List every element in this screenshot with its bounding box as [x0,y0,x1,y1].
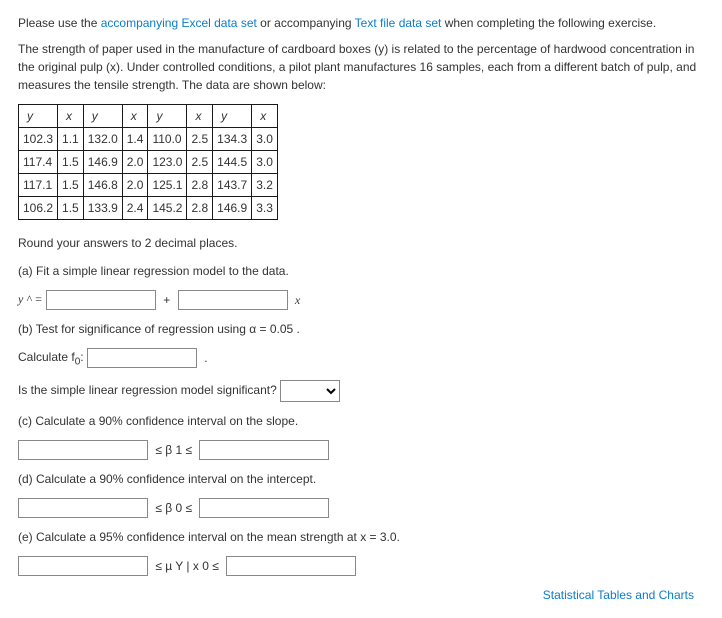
qb-calc: Calculate f0: . [18,348,704,370]
table-cell: 133.9 [83,197,122,220]
th: x [58,105,84,128]
th: x [252,105,278,128]
table-cell: 143.7 [213,174,252,197]
table-cell: 3.0 [252,128,278,151]
table-row: 117.41.5146.92.0123.02.5144.53.0 [19,151,278,174]
textfile-link[interactable]: Text file data set [355,16,442,30]
table-cell: 146.8 [83,174,122,197]
qb2-row: Is the simple linear regression model si… [18,380,704,402]
qc-upper-input[interactable] [199,440,329,460]
table-cell: 3.2 [252,174,278,197]
th: y [213,105,252,128]
qd-row: ≤ β 0 ≤ [18,498,704,518]
table-row: 117.11.5146.82.0125.12.8143.73.2 [19,174,278,197]
stat-tables-link[interactable]: Statistical Tables and Charts [18,586,704,604]
table-cell: 132.0 [83,128,122,151]
table-row: 102.31.1132.01.4110.02.5134.33.0 [19,128,278,151]
table-cell: 106.2 [19,197,58,220]
th: y [19,105,58,128]
x-label: x [295,291,300,309]
table-cell: 3.0 [252,151,278,174]
qa-intercept-input[interactable] [46,290,156,310]
th: x [187,105,213,128]
excel-link[interactable]: accompanying Excel data set [101,16,257,30]
table-header-row: y x y x y x y x [19,105,278,128]
qe-label: (e) Calculate a 95% confidence interval … [18,528,704,546]
intro-post: when completing the following exercise. [441,16,656,30]
table-cell: 145.2 [148,197,187,220]
table-cell: 110.0 [148,128,187,151]
yhat-label: y ^ = [18,292,43,306]
table-cell: 1.5 [58,197,84,220]
table-cell: 123.0 [148,151,187,174]
table-cell: 2.4 [122,197,148,220]
table-cell: 125.1 [148,174,187,197]
qc-label: (c) Calculate a 90% confidence interval … [18,412,704,430]
intro-pre: Please use the [18,16,101,30]
data-table: y x y x y x y x 102.31.1132.01.4110.02.5… [18,104,278,220]
intro-mid: or accompanying [257,16,355,30]
f0-input[interactable] [87,348,197,368]
qd-lower-input[interactable] [18,498,148,518]
table-body: 102.31.1132.01.4110.02.5134.33.0117.41.5… [19,128,278,220]
table-cell: 2.8 [187,197,213,220]
table-cell: 1.5 [58,151,84,174]
qe-mid: ≤ µ Y | x 0 ≤ [155,557,218,575]
table-cell: 146.9 [83,151,122,174]
table-cell: 2.0 [122,151,148,174]
question-a: (a) Fit a simple linear regression model… [18,262,704,280]
table-cell: 2.8 [187,174,213,197]
qb2-label: Is the simple linear regression model si… [18,383,277,397]
plus-sign: + [163,291,170,309]
qc-mid: ≤ β 1 ≤ [155,441,192,459]
qc-lower-input[interactable] [18,440,148,460]
table-cell: 2.5 [187,128,213,151]
calc-pre: Calculate f0: [18,350,84,364]
table-cell: 117.1 [19,174,58,197]
table-row: 106.21.5133.92.4145.22.8146.93.3 [19,197,278,220]
th: y [148,105,187,128]
table-cell: 102.3 [19,128,58,151]
table-cell: 3.3 [252,197,278,220]
problem-description: The strength of paper used in the manufa… [18,40,704,94]
qe-row: ≤ µ Y | x 0 ≤ [18,556,704,576]
table-cell: 146.9 [213,197,252,220]
table-cell: 1.1 [58,128,84,151]
qd-mid: ≤ β 0 ≤ [155,499,192,517]
th: y [83,105,122,128]
table-cell: 134.3 [213,128,252,151]
round-note: Round your answers to 2 decimal places. [18,234,704,252]
significance-select[interactable] [280,380,340,402]
qa-slope-input[interactable] [178,290,288,310]
qc-row: ≤ β 1 ≤ [18,440,704,460]
qa-equation: y ^ = + x [18,290,704,310]
table-cell: 1.4 [122,128,148,151]
period: . [204,349,207,367]
table-cell: 117.4 [19,151,58,174]
qe-lower-input[interactable] [18,556,148,576]
qe-upper-input[interactable] [226,556,356,576]
qd-label: (d) Calculate a 90% confidence interval … [18,470,704,488]
table-cell: 2.0 [122,174,148,197]
qa-label: (a) Fit a simple linear regression model… [18,262,704,280]
qb-label: (b) Test for significance of regression … [18,320,704,338]
qd-upper-input[interactable] [199,498,329,518]
table-cell: 1.5 [58,174,84,197]
intro-text: Please use the accompanying Excel data s… [18,14,704,32]
th: x [122,105,148,128]
table-cell: 144.5 [213,151,252,174]
table-cell: 2.5 [187,151,213,174]
